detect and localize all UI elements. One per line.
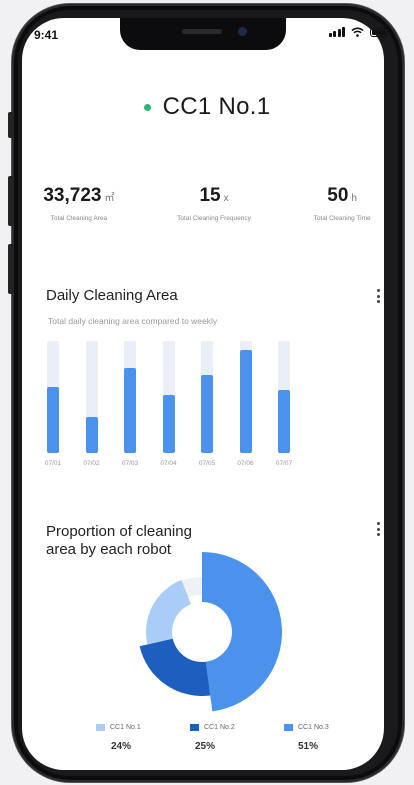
bar[interactable]: [85, 417, 98, 453]
stat-value: 15: [199, 185, 221, 206]
bar[interactable]: [47, 387, 59, 453]
stat-total-area: 33,723 ㎡ Total Cleaning Area: [43, 185, 114, 222]
stat-total-frequency: 15 x Total Cleaning Frequency: [177, 185, 251, 222]
stat-label: Total Cleaning Time: [313, 215, 371, 222]
proportion-donut-chart: [139, 552, 282, 712]
daily-chart-title: Daily Cleaning Area: [46, 287, 178, 304]
stat-label: Total Cleaning Area: [50, 215, 108, 222]
daily-chart-more-icon[interactable]: [377, 289, 380, 303]
stat-unit: x: [223, 193, 229, 204]
stat-value: 33,723: [43, 185, 102, 206]
bar-tick-label: 07/06: [237, 460, 254, 467]
bar-track: [47, 341, 59, 453]
stat-unit: ㎡: [104, 193, 115, 204]
legend-swatch: [190, 724, 199, 731]
stat-total-time: 50 h Total Cleaning Time: [314, 185, 371, 222]
bar[interactable]: [201, 375, 213, 453]
volume-down-button: [8, 244, 14, 294]
legend-item-cc1-no1: CC1 No.1: [96, 724, 141, 731]
battery-icon: [370, 27, 388, 37]
proportion-title-line1: Proportion of cleaning: [46, 523, 192, 540]
bar-tick-label: 07/02: [83, 460, 100, 467]
page-header: CC1 No.1: [0, 93, 414, 121]
signal-icon: [328, 27, 345, 37]
bar-tick-label: 07/05: [198, 460, 216, 467]
notch: [120, 18, 286, 50]
status-icons: [328, 27, 388, 37]
speaker-icon: [182, 29, 222, 34]
bar-track: [85, 341, 98, 453]
donut-slice-cc1-no-1[interactable]: [146, 579, 191, 645]
wifi-icon: [351, 27, 364, 37]
camera-icon: [238, 27, 247, 36]
daily-chart-subtitle: Total daily cleaning area compared to we…: [48, 316, 218, 326]
donut-slice-cc1-no-3[interactable]: [202, 552, 282, 712]
bar-tick-label: 07/03: [121, 460, 139, 467]
stat-value: 50: [327, 185, 349, 206]
legend-label: CC1 No.1: [110, 724, 141, 731]
bar-tick-label: 07/07: [275, 460, 293, 467]
stat-label: Total Cleaning Frequency: [177, 215, 251, 222]
status-time: 9:41: [34, 28, 59, 42]
bar-track: [201, 341, 213, 453]
legend-percent-cc1-no2: 25%: [195, 741, 216, 752]
bar[interactable]: [239, 350, 252, 453]
bar-track: [239, 341, 252, 453]
online-status-dot: [143, 103, 151, 111]
bar-track: [162, 341, 175, 453]
summary-stats: 33,723 ㎡ Total Cleaning Area 15 x Total Cl…: [0, 185, 414, 222]
legend-label: CC1 No.2: [204, 724, 235, 731]
bar-tick-label: 07/01: [44, 460, 62, 467]
legend-percent-cc1-no1: 24%: [111, 741, 132, 752]
bar-track: [278, 341, 290, 453]
bar[interactable]: [124, 368, 136, 453]
legend-label: CC1 No.3: [298, 724, 329, 731]
bar[interactable]: [278, 390, 290, 453]
donut-slice-cc1-no-2[interactable]: [139, 638, 211, 696]
proportion-chart-more-icon[interactable]: [377, 522, 380, 536]
stat-unit: h: [351, 193, 357, 204]
legend-item-cc1-no3: CC1 No.3: [284, 724, 329, 731]
legend-item-cc1-no2: CC1 No.2: [190, 724, 235, 731]
bar-track: [124, 341, 136, 453]
legend-swatch: [284, 724, 293, 731]
bar-tick-label: 07/04: [160, 460, 177, 467]
legend-percent-cc1-no3: 51%: [298, 741, 319, 752]
legend-swatch: [96, 724, 105, 731]
bar[interactable]: [162, 395, 175, 453]
daily-bar-chart: [46, 341, 336, 453]
page-title: CC1 No.1: [162, 93, 271, 120]
